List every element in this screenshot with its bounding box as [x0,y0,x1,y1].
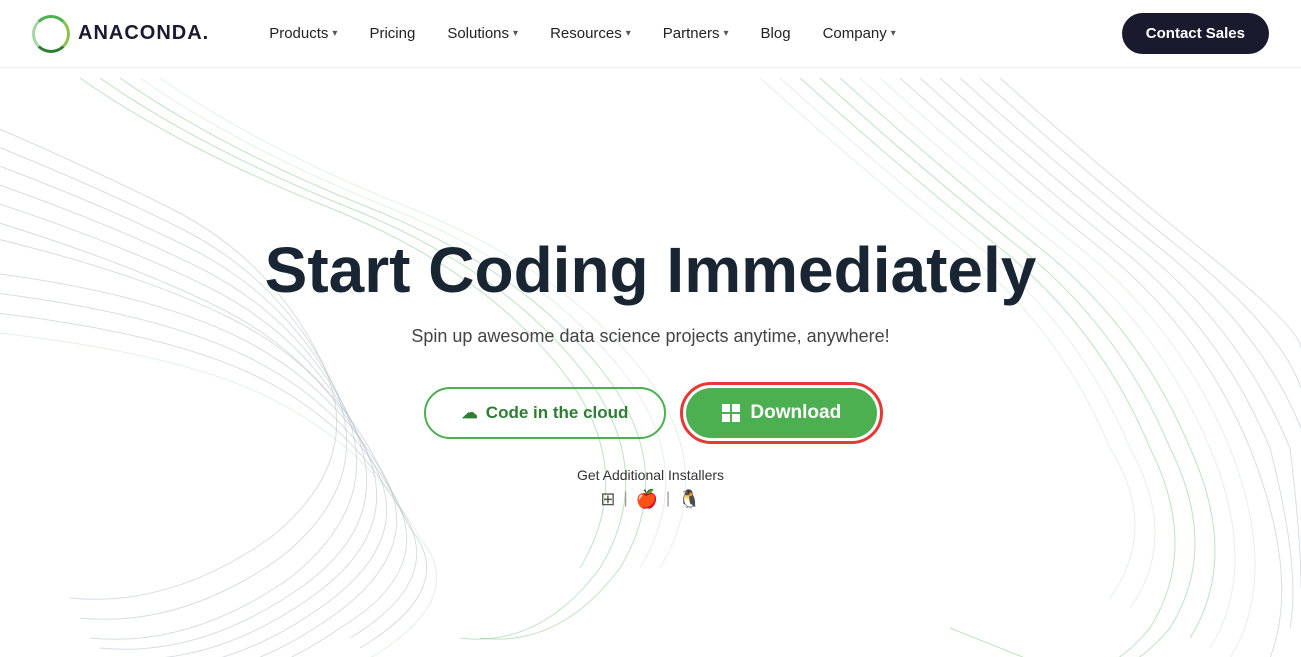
logo-text: ANACONDA. [78,22,209,45]
windows-installer-icon[interactable]: ⊞ [600,489,615,510]
nav-item-solutions[interactable]: Solutions ▾ [435,17,530,50]
windows-icon [722,404,740,422]
logo[interactable]: ANACONDA. [32,15,209,53]
chevron-down-icon: ▾ [891,28,896,39]
hero-subtitle: Spin up awesome data science projects an… [411,326,889,347]
nav-label-pricing: Pricing [369,25,415,42]
download-label: Download [750,402,841,424]
nav-item-company[interactable]: Company ▾ [811,17,908,50]
linux-installer-icon[interactable]: 🐧 [678,489,700,510]
installers-icons: ⊞ | 🍎 | 🐧 [600,489,700,510]
chevron-down-icon: ▾ [724,28,729,39]
nav-item-resources[interactable]: Resources ▾ [538,17,643,50]
nav-item-products[interactable]: Products ▾ [257,17,349,50]
nav-label-resources: Resources [550,25,622,42]
hero-title: Start Coding Immediately [265,235,1037,305]
logo-circle-icon [32,15,70,53]
code-in-cloud-button[interactable]: ☁ Code in the cloud [424,387,667,439]
installers-section: Get Additional Installers ⊞ | 🍎 | 🐧 [577,467,724,510]
separator: | [623,490,627,508]
cloud-icon: ☁ [462,403,478,423]
hero-buttons: ☁ Code in the cloud Download [424,387,877,439]
mac-installer-icon[interactable]: 🍎 [636,489,658,510]
installers-label: Get Additional Installers [577,467,724,483]
download-button-wrapper: Download [686,388,877,438]
nav-label-company: Company [823,25,887,42]
separator: | [666,490,670,508]
nav-label-products: Products [269,25,328,42]
chevron-down-icon: ▾ [513,28,518,39]
chevron-down-icon: ▾ [626,28,631,39]
navigation: ANACONDA. Products ▾ Pricing Solutions ▾… [0,0,1301,68]
code-in-cloud-label: Code in the cloud [486,403,629,423]
hero-content: Start Coding Immediately Spin up awesome… [265,235,1037,509]
contact-sales-button[interactable]: Contact Sales [1122,13,1269,54]
download-button[interactable]: Download [686,388,877,438]
nav-item-blog[interactable]: Blog [749,17,803,50]
nav-links: Products ▾ Pricing Solutions ▾ Resources… [257,17,1122,50]
nav-label-blog: Blog [761,25,791,42]
nav-item-partners[interactable]: Partners ▾ [651,17,741,50]
chevron-down-icon: ▾ [332,28,337,39]
nav-label-partners: Partners [663,25,720,42]
nav-item-pricing[interactable]: Pricing [357,17,427,50]
nav-label-solutions: Solutions [447,25,509,42]
hero-section: .wave-line { fill: none; stroke-width: 1… [0,68,1301,657]
